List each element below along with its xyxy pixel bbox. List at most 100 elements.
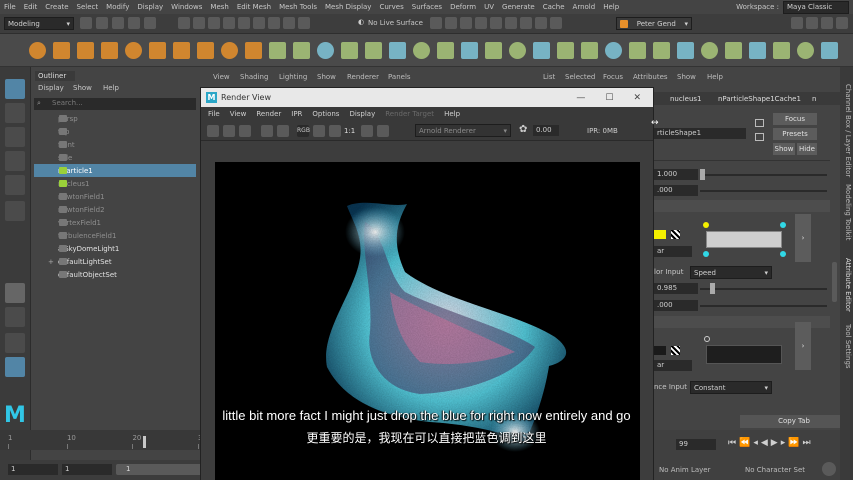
rv-menu-file[interactable]: File — [201, 110, 225, 118]
center-pivot-icon[interactable] — [749, 42, 766, 59]
outliner-item[interactable]: top — [34, 125, 196, 138]
bridge-icon[interactable] — [413, 42, 430, 59]
rv-menu-help[interactable]: Help — [439, 110, 465, 118]
freeze-transforms-icon[interactable] — [773, 42, 790, 59]
refresh-ipr-icon[interactable] — [277, 125, 289, 137]
vp-menu-renderer[interactable]: Renderer — [347, 73, 379, 81]
alpha-icon[interactable] — [313, 125, 325, 137]
ae-tab-cache[interactable]: nParticleShape1Cache1 — [718, 95, 801, 103]
outliner-item[interactable]: defaultObjectSet — [34, 268, 196, 281]
remove-image-icon[interactable] — [377, 125, 389, 137]
playback-start-field[interactable]: 1 — [62, 464, 112, 475]
hide-button[interactable]: Hide — [797, 143, 817, 155]
render-region-icon[interactable] — [223, 125, 235, 137]
outliner-menu-show[interactable]: Show — [73, 84, 92, 92]
select-tool-icon[interactable] — [5, 79, 25, 99]
render-frame-icon[interactable] — [430, 17, 442, 29]
offset-icon[interactable] — [581, 42, 598, 59]
menu-arnold[interactable]: Arnold — [569, 3, 600, 11]
ae-slider-3-handle[interactable] — [710, 283, 715, 294]
toggle-channel-box-icon[interactable] — [836, 17, 848, 29]
bevel-icon[interactable] — [437, 42, 454, 59]
color-swatch-yellow[interactable] — [654, 230, 666, 239]
zoom-icon[interactable] — [329, 125, 341, 137]
menu-windows[interactable]: Windows — [167, 3, 206, 11]
presets-button[interactable]: Presets — [773, 128, 817, 140]
mode-select[interactable]: Modeling ▾ — [4, 17, 74, 30]
rv-menu-ipr[interactable]: IPR — [286, 110, 307, 118]
outliner-layout-icon[interactable] — [5, 357, 25, 377]
extrude-icon[interactable] — [533, 42, 550, 59]
bake-pivot-icon[interactable] — [821, 42, 838, 59]
poly-cone-icon[interactable] — [101, 42, 118, 59]
exposure-field[interactable]: 0.00 — [533, 125, 559, 136]
move-tool-icon[interactable] — [5, 151, 25, 171]
checker-icon[interactable] — [671, 346, 680, 355]
menu-display[interactable]: Display — [133, 3, 167, 11]
outliner-item[interactable]: defaultLightSet + — [34, 255, 196, 268]
workspace-select[interactable]: Maya Classic — [783, 0, 849, 14]
ramp-handle-top-right[interactable] — [780, 222, 786, 228]
color-swatch-black[interactable] — [654, 346, 666, 355]
ae-field-2[interactable]: .000 — [654, 185, 698, 196]
poly-torus-icon[interactable] — [125, 42, 142, 59]
menu-mesh-display[interactable]: Mesh Display — [321, 3, 375, 11]
outliner-menu-help[interactable]: Help — [103, 84, 119, 92]
open-scene-icon[interactable] — [96, 17, 108, 29]
color-ramp-2[interactable] — [706, 345, 782, 364]
menu-mesh-tools[interactable]: Mesh Tools — [275, 3, 321, 11]
ae-field-3[interactable]: 0.985 — [654, 283, 698, 294]
ae-menu-list[interactable]: List — [543, 73, 555, 81]
maximize-icon[interactable]: ☐ — [605, 93, 613, 103]
select-hierarchy-icon[interactable] — [178, 17, 190, 29]
outliner-item[interactable]: newtonField1 — [34, 190, 196, 203]
ae-menu-selected[interactable]: Selected — [565, 73, 595, 81]
snap-grid-icon[interactable] — [223, 17, 235, 29]
outliner-item[interactable]: persp — [34, 112, 196, 125]
ipr-icon[interactable] — [261, 125, 273, 137]
minimize-icon[interactable]: — — [576, 93, 585, 103]
range-slider[interactable]: 1 — [116, 464, 206, 475]
separate-icon[interactable] — [293, 42, 310, 59]
ae-slider-3[interactable] — [700, 288, 827, 290]
ae-menu-help[interactable]: Help — [707, 73, 723, 81]
rv-menu-options[interactable]: Options — [307, 110, 344, 118]
fill-hole-icon[interactable] — [461, 42, 478, 59]
history-icon[interactable] — [298, 17, 310, 29]
user-select[interactable]: Peter Gend ▾ — [616, 17, 692, 30]
arnold-rv-icon[interactable] — [505, 17, 517, 29]
magnet-icon[interactable]: ◐ — [358, 18, 364, 26]
outliner-item[interactable]: front — [34, 138, 196, 151]
delete-history-icon[interactable] — [797, 42, 814, 59]
poly-type-icon[interactable] — [221, 42, 238, 59]
close-icon[interactable]: ✕ — [633, 93, 641, 103]
extract-icon[interactable] — [317, 42, 334, 59]
combine-icon[interactable] — [269, 42, 286, 59]
rv-menu-view[interactable]: View — [225, 110, 252, 118]
ipr-render-icon[interactable] — [445, 17, 457, 29]
rotate-tool-icon[interactable] — [5, 175, 25, 195]
poly-sphere-icon[interactable] — [29, 42, 46, 59]
vp-menu-view[interactable]: View — [213, 73, 230, 81]
menu-cache[interactable]: Cache — [539, 3, 569, 11]
menu-surfaces[interactable]: Surfaces — [408, 3, 446, 11]
toggle-tool-settings-icon[interactable] — [821, 17, 833, 29]
ae-tab-more[interactable]: n — [812, 95, 816, 103]
ae-menu-focus[interactable]: Focus — [603, 73, 623, 81]
select-object-icon[interactable] — [193, 17, 205, 29]
outliner-item[interactable]: turbulenceField1 — [34, 229, 196, 242]
ae-scrollbar[interactable] — [832, 262, 837, 302]
layout-icon[interactable] — [701, 42, 718, 59]
rgb-icon[interactable]: RGB — [297, 125, 310, 137]
target-weld-icon[interactable] — [509, 42, 526, 59]
snap-curve-icon[interactable] — [238, 17, 250, 29]
vp-menu-shading[interactable]: Shading — [240, 73, 268, 81]
ae-load-icon[interactable] — [755, 119, 764, 127]
anim-start-field[interactable]: 1 — [8, 464, 58, 475]
paint-select-tool-icon[interactable] — [5, 127, 25, 147]
ramp-handle-bottom[interactable] — [703, 251, 709, 257]
svg-tool-icon[interactable] — [245, 42, 262, 59]
single-view-icon[interactable] — [5, 283, 25, 303]
ramp-expand-button[interactable]: › — [795, 214, 811, 262]
interp-select[interactable]: ar — [654, 246, 692, 257]
